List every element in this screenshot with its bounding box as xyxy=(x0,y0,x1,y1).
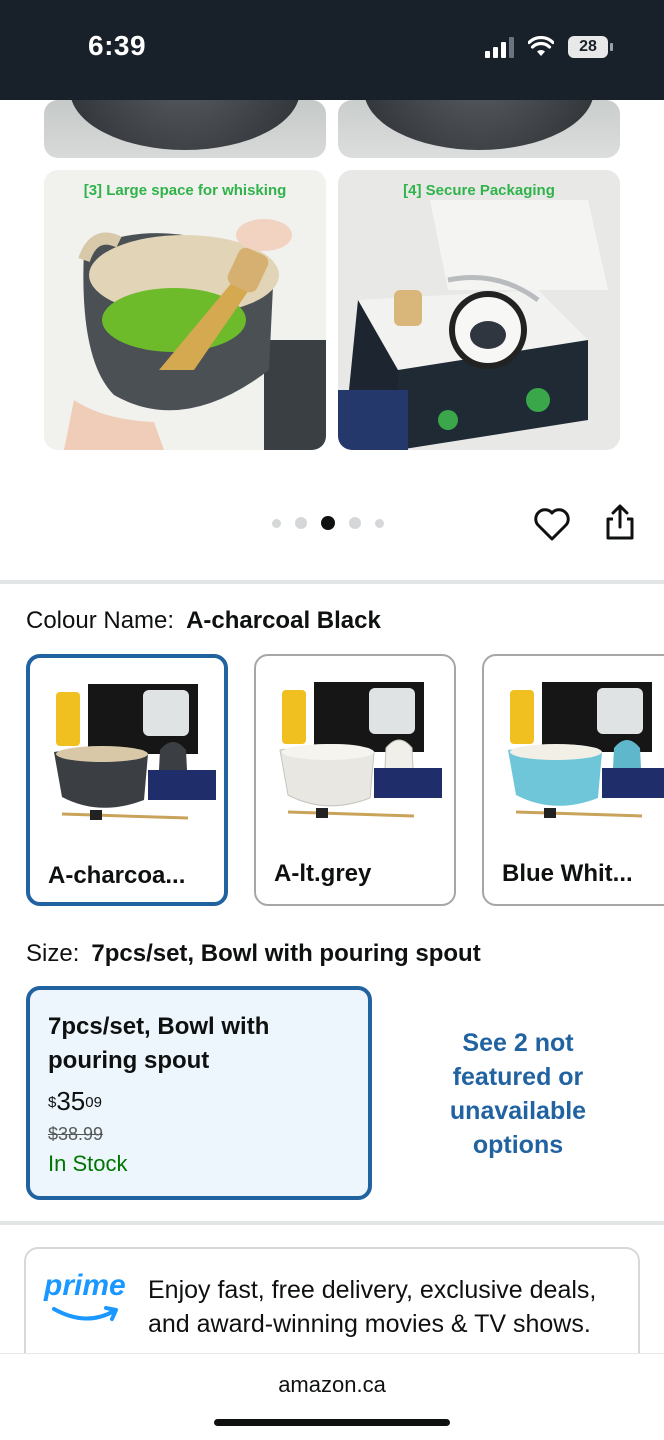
colour-name-label: Colour Name: A-charcoal Black xyxy=(26,607,381,635)
price-currency: $ xyxy=(48,1094,57,1111)
colour-option-label: A-charcoa... xyxy=(48,862,186,889)
prime-logo: prime xyxy=(44,1269,126,1302)
gallery-image-1[interactable] xyxy=(44,100,326,158)
gallery-image-whisking[interactable]: [3] Large space for whisking xyxy=(44,170,326,450)
size-label-text: Size: xyxy=(26,940,80,967)
pagination-dot xyxy=(349,517,361,529)
gallery-caption-packaging: [4] Secure Packaging xyxy=(403,182,555,199)
colour-selected-value: A-charcoal Black xyxy=(186,607,381,634)
price-fraction: 09 xyxy=(85,1094,102,1111)
price: $3509 xyxy=(48,1086,368,1116)
swatch-image xyxy=(54,684,216,820)
gallery-pagination-dots xyxy=(272,516,384,530)
heart-icon[interactable] xyxy=(532,504,572,544)
pagination-dot-active xyxy=(321,516,335,530)
wifi-icon xyxy=(528,36,554,56)
browser-bottom-bar: amazon.ca xyxy=(0,1353,664,1440)
section-divider xyxy=(0,1221,664,1225)
home-indicator[interactable] xyxy=(214,1419,450,1426)
battery-level: 28 xyxy=(579,38,597,55)
url-domain[interactable]: amazon.ca xyxy=(0,1372,664,1398)
size-option-title: 7pcs/set, Bowl with pouring spout xyxy=(48,1013,270,1074)
product-image-gallery[interactable]: [3] Large space for whisking [4] Secure … xyxy=(0,100,664,580)
pagination-dot xyxy=(272,518,281,528)
prime-promo-text: Enjoy fast, free delivery, exclusive dea… xyxy=(148,1276,597,1338)
colour-option-blue-white[interactable]: Blue Whit... xyxy=(482,654,664,906)
swatch-image xyxy=(508,682,664,818)
cellular-signal-icon xyxy=(485,36,514,58)
section-divider xyxy=(0,580,664,584)
see-more-options-link[interactable]: See 2 not featured or unavailable option… xyxy=(418,1026,618,1162)
packaging-box-illustration xyxy=(338,170,620,450)
status-time: 6:39 xyxy=(88,30,147,61)
colour-option-charcoal[interactable]: A-charcoa... xyxy=(26,654,228,906)
pagination-dot xyxy=(295,517,307,529)
swatch-image xyxy=(279,682,442,818)
size-selected-value: 7pcs/set, Bowl with pouring spout xyxy=(91,940,481,967)
stock-status: In Stock xyxy=(48,1151,128,1176)
colour-option-label: Blue Whit... xyxy=(502,860,633,887)
pagination-dot xyxy=(375,518,384,528)
status-bar: 6:39 28 xyxy=(0,0,664,100)
size-label: Size: 7pcs/set, Bowl with pouring spout xyxy=(26,940,481,968)
status-icons: 28 xyxy=(485,36,613,58)
whisking-bowl-illustration xyxy=(44,170,326,450)
price-whole: 35 xyxy=(56,1086,86,1116)
colour-label-text: Colour Name: xyxy=(26,607,175,634)
colour-option-lt-grey[interactable]: A-lt.grey xyxy=(254,654,456,906)
colour-option-label: A-lt.grey xyxy=(274,860,372,887)
prime-smile-icon xyxy=(52,1306,118,1321)
gallery-image-packaging[interactable]: [4] Secure Packaging xyxy=(338,170,620,450)
gallery-image-2[interactable] xyxy=(338,100,620,158)
size-option-selected[interactable]: 7pcs/set, Bowl with pouring spout $3509 … xyxy=(26,986,372,1200)
share-icon[interactable] xyxy=(602,502,638,542)
list-price: $38.99 xyxy=(48,1124,104,1144)
battery-icon: 28 xyxy=(568,36,613,58)
gallery-caption-whisking: [3] Large space for whisking xyxy=(83,182,287,199)
